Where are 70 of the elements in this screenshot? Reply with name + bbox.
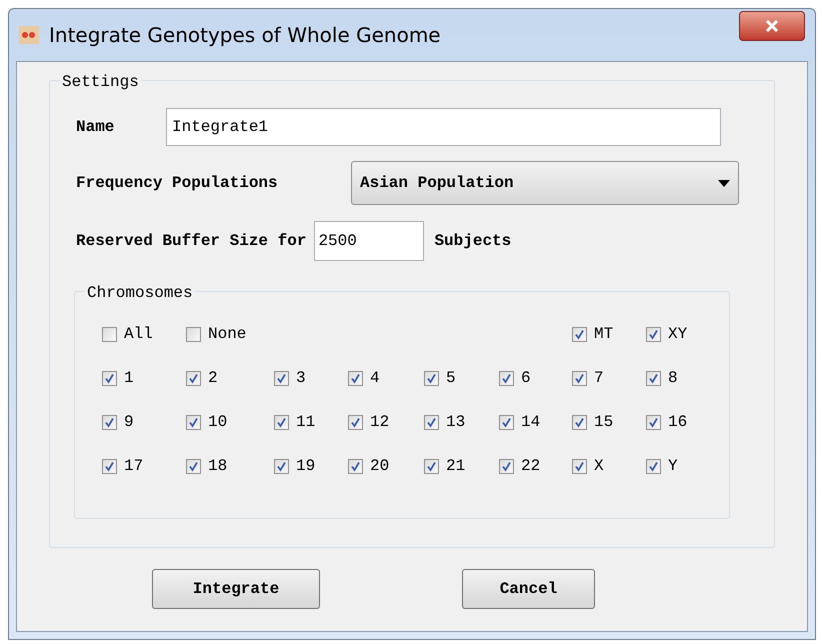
checkbox[interactable] [186, 414, 201, 430]
checkbox[interactable] [646, 458, 661, 474]
checkbox[interactable] [646, 414, 661, 430]
checkbox-label: 6 [521, 368, 531, 389]
app-icon [19, 26, 39, 44]
checkbox[interactable] [572, 326, 587, 342]
cancel-button[interactable]: Cancel [462, 569, 595, 609]
checkbox-label: 20 [370, 456, 390, 477]
window-title: Integrate Genotypes of Whole Genome [49, 22, 441, 49]
name-field[interactable]: Integrate1 [166, 108, 721, 146]
checkbox-label: 12 [370, 412, 390, 433]
checkbox-label: X [594, 456, 604, 477]
population-dropdown[interactable]: Asian Population [351, 161, 739, 205]
checkbox[interactable] [274, 370, 289, 386]
checkbox[interactable] [572, 414, 587, 430]
checkbox-label: 19 [296, 456, 316, 477]
checkbox-label: 1 [124, 368, 134, 389]
checkbox-label: 10 [208, 412, 228, 433]
checkbox-label: 21 [446, 456, 466, 477]
checkbox-label: 15 [594, 412, 614, 433]
checkbox-label: None [208, 324, 246, 345]
checkbox-label: All [124, 324, 153, 345]
checkbox-label: 2 [208, 368, 218, 389]
checkbox-label: 17 [124, 456, 144, 477]
checkbox-label: 14 [521, 412, 540, 433]
checkbox-label: XY [668, 324, 688, 345]
checkbox[interactable] [572, 370, 587, 386]
checkbox[interactable] [102, 370, 117, 386]
checkbox[interactable] [424, 414, 439, 430]
checkbox[interactable] [424, 370, 439, 386]
checkbox-label: 13 [446, 412, 466, 433]
checkbox-label: 7 [594, 368, 604, 389]
checkbox[interactable] [274, 458, 289, 474]
checkbox-label: 9 [124, 412, 134, 433]
checkbox[interactable] [348, 370, 363, 386]
dropdown-arrow-icon [718, 180, 730, 186]
checkbox[interactable] [572, 458, 587, 474]
checkbox[interactable] [499, 370, 514, 386]
checkbox[interactable] [499, 458, 514, 474]
field-label: Frequency Populations [76, 173, 279, 194]
checkbox-label: Y [668, 456, 678, 477]
close-icon [765, 20, 779, 32]
checkbox-label: 4 [370, 368, 380, 389]
checkbox[interactable] [424, 458, 439, 474]
checkbox-label: 3 [296, 368, 306, 389]
checkbox-label: MT [594, 324, 614, 345]
checkbox[interactable] [274, 414, 289, 430]
checkbox[interactable] [186, 326, 201, 342]
checkbox-label: 16 [668, 412, 688, 433]
checkbox-label: 5 [446, 368, 456, 389]
checkbox[interactable] [348, 458, 363, 474]
checkbox[interactable] [186, 458, 201, 474]
checkbox[interactable] [348, 414, 363, 430]
checkbox[interactable] [499, 414, 514, 430]
checkbox[interactable] [186, 370, 201, 386]
close-button[interactable] [739, 11, 805, 41]
checkbox-label: 18 [208, 456, 228, 477]
checkbox[interactable] [102, 414, 117, 430]
checkbox[interactable] [102, 458, 117, 474]
checkbox-label: 22 [521, 456, 540, 477]
checkbox[interactable] [102, 326, 117, 342]
buffer-size-field[interactable]: 2500 [314, 221, 424, 261]
checkbox[interactable] [646, 370, 661, 386]
integrate-button[interactable]: Integrate [152, 569, 320, 609]
checkbox-label: 8 [668, 368, 678, 389]
checkbox[interactable] [646, 326, 661, 342]
field-label: Reserved Buffer Size for [76, 231, 306, 252]
field-label: Name [76, 117, 116, 138]
field-label: Subjects [434, 231, 512, 252]
checkbox-label: 11 [296, 412, 316, 433]
